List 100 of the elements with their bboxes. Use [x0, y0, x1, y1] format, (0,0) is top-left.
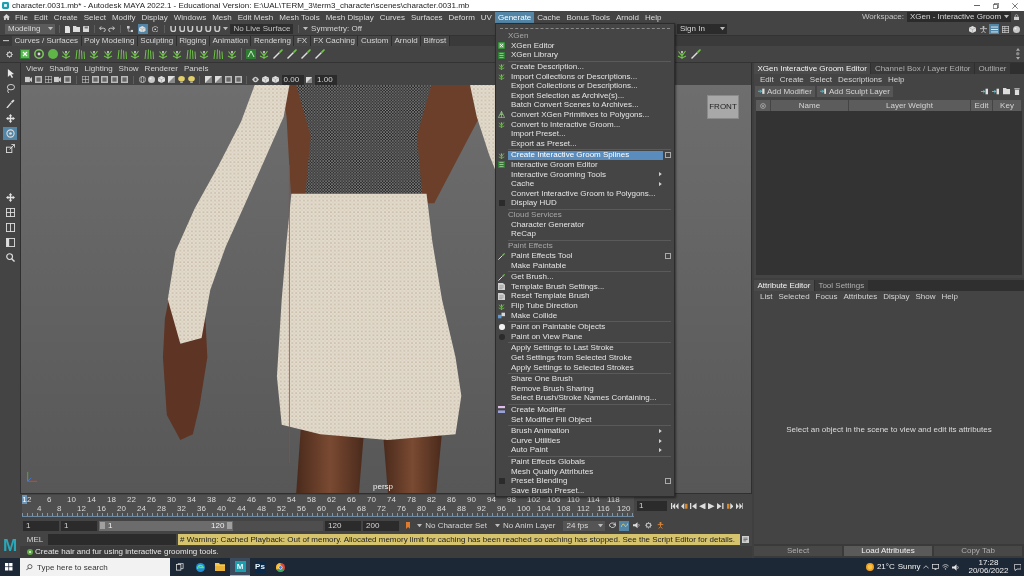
- menu-item[interactable]: Select: [806, 75, 836, 84]
- menu-item[interactable]: XGen Library: [507, 50, 663, 61]
- undo-icon[interactable]: [98, 25, 106, 33]
- menu-item[interactable]: Show: [115, 64, 142, 73]
- monitor-icon[interactable]: [932, 563, 940, 571]
- column-header[interactable]: Layer Weight: [849, 100, 971, 111]
- menu-item[interactable]: ReCap: [507, 229, 663, 240]
- menu-item[interactable]: Curves: [376, 11, 408, 23]
- toggle-button[interactable]: [1011, 24, 1021, 34]
- toggle-button[interactable]: [631, 520, 642, 531]
- trash-icon[interactable]: [1014, 88, 1020, 95]
- chat-icon[interactable]: [1013, 563, 1021, 571]
- grass-icon[interactable]: [144, 49, 155, 59]
- toggle-button[interactable]: [978, 24, 988, 34]
- slider-handle[interactable]: [100, 522, 105, 529]
- menu-item[interactable]: Windows: [170, 11, 210, 23]
- end-time-field[interactable]: 200: [363, 520, 399, 531]
- menu-item[interactable]: Display: [138, 11, 171, 23]
- four-pane-icon[interactable]: [5, 208, 15, 217]
- menu-item[interactable]: Selected: [775, 292, 813, 301]
- tool-button[interactable]: [3, 112, 17, 125]
- layer-arrow-icon[interactable]: [980, 88, 988, 95]
- toggle-button[interactable]: [149, 24, 160, 34]
- document-icon[interactable]: [742, 536, 749, 543]
- menu-item[interactable]: Bonus Tools: [563, 11, 613, 23]
- toggle-button[interactable]: [655, 520, 666, 531]
- menu-item[interactable]: Convert to Interactive Groom...: [507, 119, 663, 130]
- eye-icon[interactable]: [252, 76, 260, 83]
- menu-item[interactable]: Paint on View Plane: [507, 332, 663, 342]
- home-icon[interactable]: [3, 13, 10, 21]
- brush-icon[interactable]: [314, 49, 325, 59]
- menu-item[interactable]: Focus: [812, 292, 841, 301]
- contrast-icon[interactable]: [306, 76, 313, 83]
- frame-icon[interactable]: [34, 76, 42, 83]
- option-box[interactable]: [665, 478, 672, 485]
- menu-item[interactable]: Apply Settings to Selected Strokes: [507, 362, 663, 373]
- menu-item[interactable]: Renderer: [141, 64, 181, 73]
- menu-item[interactable]: Edit: [757, 75, 777, 84]
- gamma-field[interactable]: 1.00: [315, 74, 338, 85]
- menu-item[interactable]: Paint Effects Globals: [507, 457, 663, 467]
- grass-icon[interactable]: [75, 49, 86, 59]
- panel-tab[interactable]: XGen Interactive Groom Editor: [754, 63, 871, 74]
- stacked-windows-icon[interactable]: [176, 563, 184, 571]
- menu-item[interactable]: Attributes: [840, 292, 881, 301]
- menu-item[interactable]: Template Brush Settings...: [507, 282, 663, 292]
- redo-icon[interactable]: [108, 25, 116, 33]
- contrast-icon[interactable]: [205, 76, 213, 83]
- magnifier-icon[interactable]: [5, 253, 15, 262]
- command-field[interactable]: [48, 534, 176, 545]
- option-box[interactable]: [665, 152, 672, 159]
- frame-icon[interactable]: [234, 76, 242, 83]
- bulb-icon[interactable]: [177, 76, 185, 83]
- speaker-icon[interactable]: [952, 563, 960, 571]
- menu-item[interactable]: Panels: [180, 64, 212, 73]
- menu-item[interactable]: Paint on Paintable Objects: [507, 322, 663, 333]
- frame-icon[interactable]: [64, 76, 72, 83]
- playback-end-field[interactable]: 120: [325, 520, 361, 531]
- frame-icon[interactable]: [91, 76, 99, 83]
- menu-item[interactable]: Get Brush...: [507, 272, 663, 283]
- play-icon[interactable]: [708, 502, 715, 510]
- toolbar-button[interactable]: Add Modifier: [755, 86, 815, 97]
- menu-item[interactable]: Set Modifier Fill Object: [507, 414, 663, 425]
- menu-item[interactable]: Interactive Grooming Tools: [507, 169, 663, 180]
- toggle-button[interactable]: [607, 520, 618, 531]
- menu-item[interactable]: Reset Template Brush: [507, 291, 663, 302]
- minimize-icon[interactable]: [973, 5, 980, 6]
- menu-item[interactable]: Get Settings from Selected Stroke: [507, 353, 663, 363]
- frame-icon[interactable]: [111, 76, 119, 83]
- camera-icon[interactable]: [25, 76, 32, 83]
- toggle-button[interactable]: [989, 24, 999, 34]
- menu-item[interactable]: Export Collections or Descriptions...: [507, 81, 663, 91]
- brush-icon[interactable]: [300, 49, 311, 59]
- chevron-up-icon[interactable]: [923, 565, 930, 569]
- menu-item[interactable]: Select: [80, 11, 109, 23]
- menu-item[interactable]: Create Description...: [507, 62, 663, 72]
- menu-item[interactable]: Mesh: [209, 11, 235, 23]
- tool-button[interactable]: [3, 142, 17, 155]
- dot-icon[interactable]: [1016, 52, 1020, 56]
- sprout-icon[interactable]: [199, 49, 210, 59]
- menu-item[interactable]: Help: [938, 292, 961, 301]
- view-cube[interactable]: FRONT: [707, 95, 739, 119]
- step-forward-key-icon[interactable]: [726, 502, 734, 510]
- frame-icon[interactable]: [101, 76, 109, 83]
- skip-to-start-icon[interactable]: [671, 502, 679, 510]
- blob-icon[interactable]: [47, 49, 58, 59]
- step-back-icon[interactable]: [690, 502, 697, 510]
- menu-item[interactable]: Mesh Quality Attributes: [507, 466, 663, 477]
- exposure-field[interactable]: 0.00: [281, 74, 304, 85]
- checkbox[interactable]: [498, 478, 505, 485]
- option-box[interactable]: [665, 253, 672, 260]
- language-toggle[interactable]: MEL: [24, 534, 46, 545]
- grass-icon[interactable]: [213, 49, 224, 59]
- grid-icon[interactable]: [81, 76, 89, 83]
- sprout-icon[interactable]: [157, 49, 168, 59]
- lock-icon[interactable]: [1014, 13, 1019, 21]
- menu-item[interactable]: Select Brush/Stroke Names Containing...: [507, 393, 663, 404]
- menu-item[interactable]: Paint Effects Tool: [507, 251, 663, 261]
- cube-icon[interactable]: [271, 76, 279, 83]
- close-icon[interactable]: [1011, 2, 1018, 9]
- menu-item[interactable]: Show: [912, 292, 939, 301]
